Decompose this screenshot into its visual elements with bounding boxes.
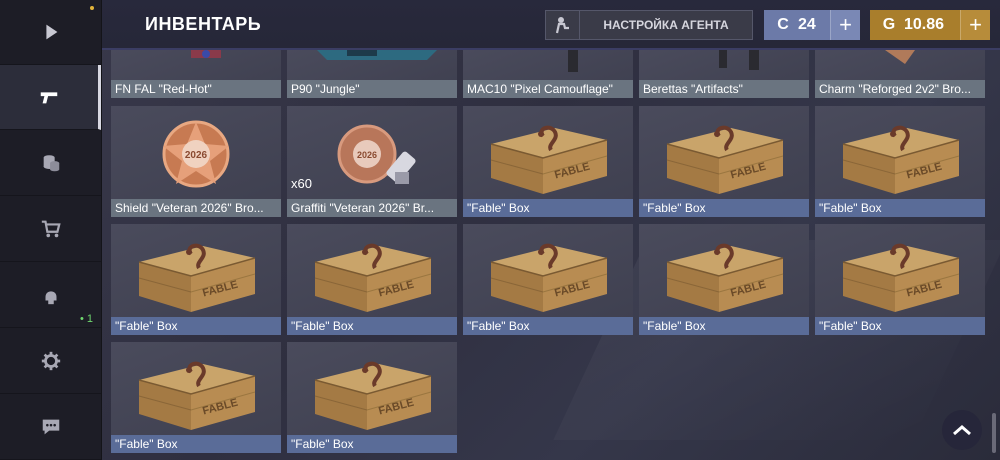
inventory-item[interactable]: FABLE "Fable" Box [111, 342, 281, 453]
fable-box-image: FABLE [666, 243, 784, 312]
item-name: Graffiti "Veteran 2026" Br... [287, 199, 457, 217]
add-credits-button[interactable]: + [830, 10, 860, 40]
agents-badge: • 1 [80, 313, 94, 325]
scrollbar[interactable] [992, 413, 996, 453]
add-gold-button[interactable]: + [960, 10, 990, 40]
item-name: MAC10 "Pixel Camouflage" [463, 80, 633, 98]
sidebar: • 1 [0, 0, 102, 460]
inventory-item[interactable]: FABLE "Fable" Box [639, 106, 809, 217]
inventory-item[interactable]: Charm "Reforged 2v2" Bro... [815, 50, 985, 98]
inventory-item[interactable]: P90 "Jungle" [287, 50, 457, 98]
cart-icon [41, 220, 61, 238]
gold-value: 10.86 [904, 16, 945, 33]
credits-value: 24 [798, 16, 816, 33]
fable-box-image: FABLE [842, 243, 960, 312]
sidebar-item-chat[interactable] [0, 395, 101, 460]
fable-box-image: FABLE [138, 361, 256, 430]
agent-setup-icon [546, 11, 580, 39]
sidebar-item-inventory[interactable] [0, 65, 101, 130]
inventory-item[interactable]: FABLE "Fable" Box [287, 224, 457, 335]
item-count: x60 [291, 176, 312, 191]
smg-skin-image [568, 50, 578, 72]
sidebar-item-agents[interactable]: • 1 [0, 263, 101, 328]
header: ИНВЕНТАРЬ НАСТРОЙКА АГЕНТА C 24 + G 10.8… [102, 0, 1000, 50]
item-name: "Fable" Box [815, 199, 985, 217]
inventory-item[interactable]: FABLE "Fable" Box [815, 106, 985, 217]
fable-box-image: FABLE [490, 243, 608, 312]
item-name: "Fable" Box [287, 435, 457, 453]
rifle-skin-image [191, 50, 221, 58]
sidebar-item-play[interactable] [0, 0, 101, 65]
inventory-item[interactable]: FABLE "Fable" Box [639, 224, 809, 335]
charm-image [885, 50, 915, 64]
item-name: "Fable" Box [111, 317, 281, 335]
play-icon [45, 24, 57, 40]
gold-balance: G 10.86 + [870, 10, 990, 40]
inventory-item[interactable]: 2026 x60 Graffiti "Veteran 2026" Br... [287, 106, 457, 217]
item-name: Shield "Veteran 2026" Bro... [111, 199, 281, 217]
inventory-item[interactable]: FABLE "Fable" Box [463, 224, 633, 335]
gear-icon [41, 351, 60, 371]
sidebar-item-coins[interactable] [0, 131, 101, 196]
pistol-skin-image [719, 50, 759, 70]
inventory-item[interactable]: FN FAL "Red-Hot" [111, 50, 281, 98]
graffiti-year: 2026 [357, 150, 377, 160]
fable-box-image: FABLE [138, 243, 256, 312]
item-name: "Fable" Box [463, 317, 633, 335]
pistol-icon [40, 92, 58, 104]
inventory-item[interactable]: FABLE "Fable" Box [111, 224, 281, 335]
item-name: FN FAL "Red-Hot" [111, 80, 281, 98]
chat-icon [42, 419, 59, 435]
inventory-item[interactable]: MAC10 "Pixel Camouflage" [463, 50, 633, 98]
inventory-item[interactable]: 2026 Shield "Veteran 2026" Bro... [111, 106, 281, 217]
coins-icon [43, 155, 59, 172]
sidebar-item-shop[interactable] [0, 197, 101, 262]
smg-skin-image [317, 50, 437, 60]
inventory-item[interactable]: FABLE "Fable" Box [463, 106, 633, 217]
item-name: P90 "Jungle" [287, 80, 457, 98]
inventory-item[interactable]: FABLE "Fable" Box [287, 342, 457, 453]
credits-icon: C [777, 16, 789, 33]
chevron-up-icon [953, 425, 971, 436]
credits-balance: C 24 + [764, 10, 860, 40]
item-name: "Fable" Box [111, 435, 281, 453]
agent-icon [45, 291, 56, 305]
shield-badge-image: 2026 [162, 120, 230, 188]
fable-box-image: FABLE [314, 243, 432, 312]
agent-setup-button[interactable]: НАСТРОЙКА АГЕНТА [545, 10, 753, 40]
inventory-item[interactable]: Berettas "Artifacts" [639, 50, 809, 98]
fable-box-image: FABLE [842, 125, 960, 194]
item-name: "Fable" Box [815, 317, 985, 335]
graffiti-image: 2026 [337, 124, 416, 184]
shield-year: 2026 [185, 150, 208, 161]
item-name: "Fable" Box [463, 199, 633, 217]
item-name: "Fable" Box [639, 317, 809, 335]
page-title: ИНВЕНТАРЬ [145, 14, 262, 34]
gold-icon: G [882, 16, 896, 33]
agent-setup-label: НАСТРОЙКА АГЕНТА [603, 18, 729, 32]
item-name: "Fable" Box [639, 199, 809, 217]
item-name: Charm "Reforged 2v2" Bro... [815, 80, 985, 98]
scroll-to-top-button[interactable] [942, 410, 982, 450]
item-name: "Fable" Box [287, 317, 457, 335]
fable-box-image: FABLE [314, 361, 432, 430]
item-name: Berettas "Artifacts" [639, 80, 809, 98]
inventory-item[interactable]: FABLE "Fable" Box [815, 224, 985, 335]
fable-box-image: FABLE [666, 125, 784, 194]
sidebar-item-settings[interactable] [0, 329, 101, 394]
fable-box-image: FABLE [490, 125, 608, 194]
